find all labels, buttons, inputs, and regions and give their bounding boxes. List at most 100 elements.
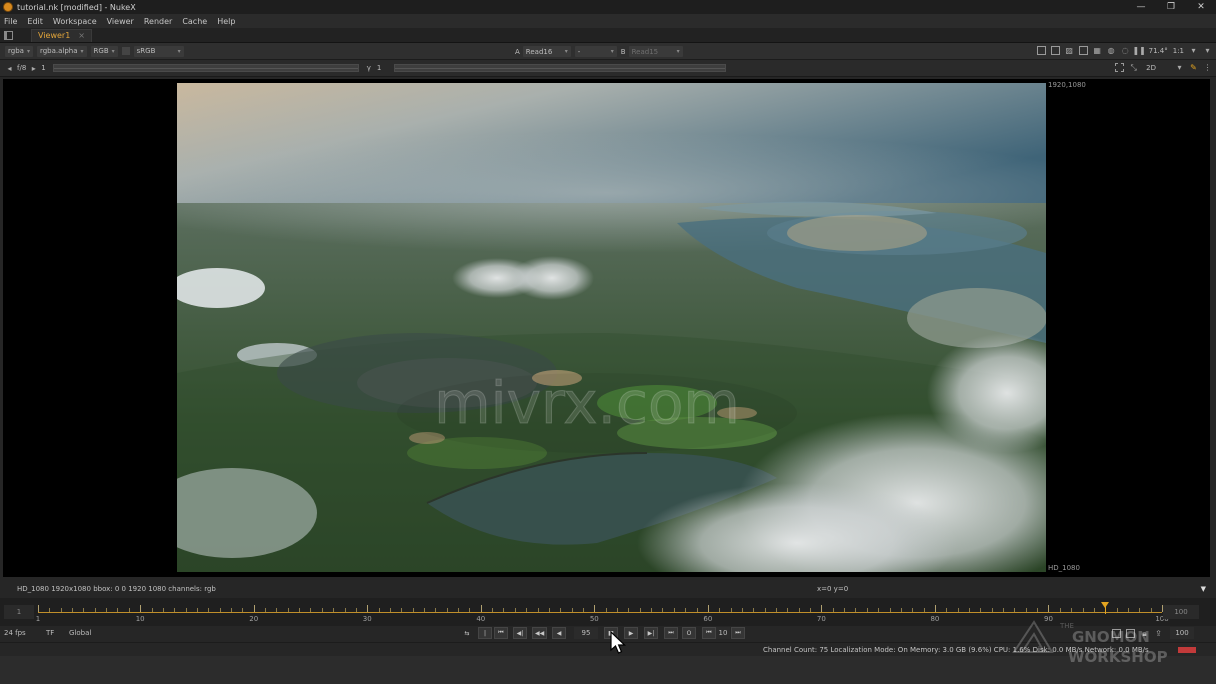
downscale-icon[interactable]: ▦ [1093, 46, 1102, 55]
fstop-arrow-left-icon[interactable]: ◂ [5, 64, 14, 73]
menu-viewer[interactable]: Viewer [107, 17, 134, 26]
play-backward-fast-button[interactable]: ◀◀ [532, 627, 548, 639]
timeline-minor-tick [299, 608, 301, 612]
alpha-dropdown[interactable]: rgba.alpha ▾ [36, 45, 87, 57]
flipbook-icon[interactable]: ⇪ [1154, 629, 1163, 638]
proxy-icon[interactable] [1078, 46, 1088, 55]
timeline-minor-tick [174, 608, 176, 612]
step-forward-increment-button[interactable]: ⏭ [731, 627, 745, 639]
out-point-button[interactable]: O [682, 627, 696, 639]
timeline-minor-tick [1037, 608, 1039, 612]
menu-help[interactable]: Help [217, 17, 235, 26]
info-expand-icon[interactable]: ▼ [1201, 585, 1206, 593]
tab-close-icon[interactable]: × [78, 31, 85, 40]
overlay-icon[interactable] [1050, 46, 1060, 55]
menu-workspace[interactable]: Workspace [53, 17, 97, 26]
window-controls: — ❐ ✕ [1126, 0, 1216, 14]
current-frame-field[interactable]: 95 [574, 627, 598, 639]
tab-viewer1[interactable]: Viewer1 × [31, 28, 92, 42]
proxy-toggle-icon[interactable] [1112, 629, 1121, 638]
play-backward-button[interactable]: ◀ [552, 627, 566, 639]
view-mode-caret-icon[interactable]: ▾ [1175, 63, 1184, 72]
pixel-ratio-readout[interactable]: 1:1 [1173, 47, 1184, 55]
tab-label: Viewer1 [38, 31, 71, 40]
zoom-readout[interactable]: 71.4° [1149, 47, 1168, 55]
grip-icon[interactable]: ⋮ [1203, 63, 1212, 72]
timeline-major-tick [140, 605, 142, 612]
gamma-value[interactable]: 1 [377, 64, 381, 72]
menu-edit[interactable]: Edit [27, 17, 43, 26]
channels-dropdown[interactable]: rgba ▾ [5, 45, 33, 57]
mouse-cursor-icon [610, 631, 626, 654]
watermark-text: mivrx.com [434, 369, 740, 437]
content-menu-icon[interactable] [4, 30, 13, 40]
crop-icon[interactable] [1115, 63, 1125, 72]
ratio-caret-icon[interactable]: ▾ [1189, 46, 1198, 55]
viewer-canvas[interactable]: mivrx.com 1920,1080 HD_1080 [3, 79, 1210, 577]
gain-slider[interactable] [52, 64, 359, 72]
overflow-caret-icon[interactable]: ▾ [1203, 46, 1212, 55]
timeline-minor-tick [855, 608, 857, 612]
timeline-minor-tick [389, 608, 391, 612]
view-mode-readout[interactable]: 2D [1146, 64, 1156, 72]
next-keyframe-button[interactable]: ▶| [644, 627, 658, 639]
timeline-minor-tick [458, 608, 460, 612]
monitor-output-icon[interactable] [1126, 629, 1135, 638]
menu-render[interactable]: Render [144, 17, 172, 26]
timeline-minor-tick [276, 608, 278, 612]
input-a-dropdown[interactable]: Read16 ▾ [522, 46, 571, 57]
loop-mode-icon[interactable]: ⇆ [460, 627, 474, 639]
clipping-warning-icon[interactable]: ▨ [1065, 46, 1074, 55]
lock-icon[interactable]: 🔒︎ [1140, 629, 1149, 638]
render-pause-icon[interactable]: ◍ [1107, 46, 1116, 55]
refresh-icon[interactable]: ◌ [1121, 46, 1130, 55]
timeline-minor-tick [628, 608, 630, 612]
timeline-minor-tick [957, 608, 959, 612]
first-frame-button[interactable]: ⏮ [494, 627, 508, 639]
timeline-minor-tick [1150, 608, 1152, 612]
maximize-button[interactable]: ❐ [1156, 0, 1186, 14]
fps-readout[interactable]: 24 fps [4, 629, 26, 637]
step-back-increment-button[interactable]: ⏮ [702, 627, 716, 639]
nuke-app-icon [3, 2, 13, 12]
bottom-panel [0, 656, 1216, 684]
gain-arrow-right-icon[interactable]: ▸ [29, 64, 38, 73]
roi-icon[interactable] [1036, 46, 1046, 55]
close-button[interactable]: ✕ [1186, 0, 1216, 14]
timeline-start-field[interactable]: 1 [4, 605, 34, 619]
gain-value[interactable]: 1 [41, 64, 45, 72]
gamma-slider[interactable] [394, 64, 727, 72]
minimize-button[interactable]: — [1126, 0, 1156, 14]
timeline-minor-tick [446, 608, 448, 612]
fstop-readout[interactable]: f/8 [17, 64, 26, 72]
display-channel-dropdown[interactable]: RGB ▾ [90, 45, 118, 57]
menu-file[interactable]: File [4, 17, 17, 26]
timeline-tick-label: 90 [1043, 615, 1053, 623]
timeline-tick-label: 40 [476, 615, 486, 623]
input-b-label: B [620, 47, 626, 56]
timeline-minor-tick [242, 608, 244, 612]
lut-toggle-icon[interactable] [121, 47, 130, 55]
timeline-minor-tick [775, 608, 777, 612]
timeline-minor-tick [560, 608, 562, 612]
timecode-format-dropdown[interactable]: TF [46, 629, 54, 637]
timeline-tick-label: 20 [249, 615, 259, 623]
timeline-track[interactable]: 1 10 20 30 40 50 60 70 80 90 100 [36, 598, 1169, 626]
end-frame-field[interactable]: 100 [1170, 627, 1194, 639]
timeline-end-field[interactable]: 100 [1163, 605, 1199, 619]
frame-range-scope-dropdown[interactable]: Global [69, 629, 91, 637]
composite-op-dropdown[interactable]: - ▾ [574, 46, 617, 57]
prev-keyframe-button[interactable]: ◀| [513, 627, 527, 639]
lut-dropdown[interactable]: sRGB ▾ [133, 45, 184, 57]
timeline-minor-tick [196, 608, 198, 612]
paint-brush-icon[interactable]: ✎ [1189, 63, 1198, 72]
frame-increment-field[interactable]: 10 [716, 627, 730, 639]
timeline-minor-tick [162, 608, 164, 612]
transform-icon[interactable]: ⤡ [1129, 63, 1138, 72]
menu-cache[interactable]: Cache [182, 17, 207, 26]
pause-icon[interactable]: ❚❚ [1132, 46, 1145, 55]
in-point-button[interactable]: | [478, 627, 492, 639]
input-b-dropdown[interactable]: Read15 ▾ [628, 46, 683, 57]
last-frame-button[interactable]: ⏭ [664, 627, 678, 639]
timeline-minor-tick [151, 608, 153, 612]
